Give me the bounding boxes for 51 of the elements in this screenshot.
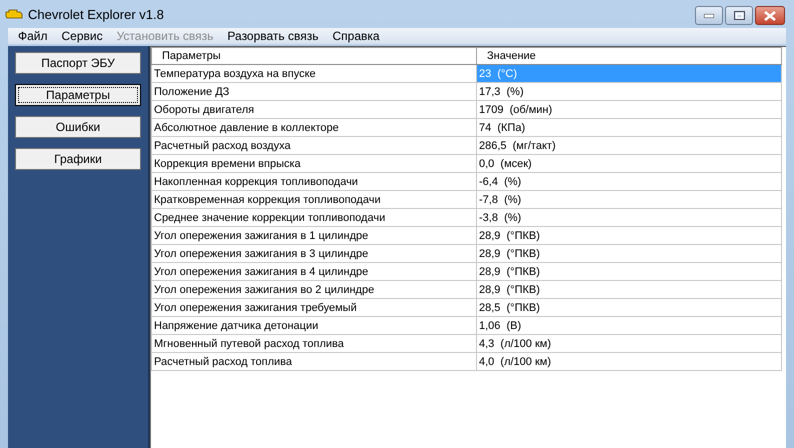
table-cell[interactable]: 28,9 (°ПКВ) <box>476 244 782 262</box>
table-cell[interactable]: 17,3 (%) <box>476 82 782 100</box>
sidebar-button[interactable]: Параметры <box>15 84 141 106</box>
table-cell: Положение ДЗ <box>152 82 476 100</box>
engine-icon <box>5 8 23 20</box>
menu-item[interactable]: Справка <box>326 29 388 43</box>
table-cell[interactable]: 1709 (об/мин) <box>476 100 782 118</box>
table-cell: Угол опережения зажигания требуемый <box>152 298 476 316</box>
table-cell: Расчетный расход топлива <box>152 352 476 370</box>
minimize-button[interactable] <box>695 6 723 25</box>
table-cell[interactable]: 1,06 (В) <box>476 316 782 334</box>
table-cell[interactable]: 28,9 (°ПКВ) <box>476 262 782 280</box>
table-cell: Среднее значение коррекции топливоподачи <box>152 208 476 226</box>
table-cell: Угол опережения зажигания во 2 цилиндре <box>152 280 476 298</box>
maximize-icon <box>734 11 744 20</box>
close-button[interactable] <box>755 6 785 25</box>
table-cell[interactable]: -7,8 (%) <box>476 190 782 208</box>
minimize-icon <box>704 14 714 18</box>
column-header[interactable]: Параметры <box>152 48 476 64</box>
window-title: Chevrolet Explorer v1.8 <box>28 6 165 22</box>
sidebar-button[interactable]: Графики <box>15 148 141 170</box>
table-cell[interactable]: 28,9 (°ПКВ) <box>476 226 782 244</box>
table-cell: Кратковременная коррекция топливоподачи <box>152 190 476 208</box>
table-cell[interactable]: 4,3 (л/100 км) <box>476 334 782 352</box>
table-cell[interactable]: -6,4 (%) <box>476 172 782 190</box>
menu-item[interactable]: Разорвать связь <box>221 29 327 43</box>
maximize-button[interactable] <box>725 6 753 25</box>
table-cell[interactable]: 286,5 (мг/такт) <box>476 136 782 154</box>
table-cell[interactable]: 0,0 (мсек) <box>476 154 782 172</box>
table-cell: Угол опережения зажигания в 4 цилиндре <box>152 262 476 280</box>
table-cell[interactable]: 28,5 (°ПКВ) <box>476 298 782 316</box>
table-cell: Угол опережения зажигания в 3 цилиндре <box>152 244 476 262</box>
sidebar-button[interactable]: Ошибки <box>15 116 141 138</box>
table-cell[interactable]: 28,9 (°ПКВ) <box>476 280 782 298</box>
close-icon <box>764 10 776 20</box>
menu-item[interactable]: Сервис <box>56 29 111 43</box>
sidebar-button[interactable]: Паспорт ЭБУ <box>15 52 141 74</box>
table-cell: Обороты двигателя <box>152 100 476 118</box>
table-cell: Мгновенный путевой расход топлива <box>152 334 476 352</box>
table-cell[interactable]: -3,8 (%) <box>476 208 782 226</box>
table-cell[interactable]: 74 (КПа) <box>476 118 782 136</box>
table-cell: Абсолютное давление в коллекторе <box>152 118 476 136</box>
menu-item[interactable]: Файл <box>12 29 56 43</box>
table-cell: Угол опережения зажигания в 1 цилиндре <box>152 226 476 244</box>
column-header[interactable]: Значение <box>476 48 782 64</box>
table-cell: Накопленная коррекция топливоподачи <box>152 172 476 190</box>
table-cell: Температура воздуха на впуске <box>152 64 476 82</box>
table-cell[interactable]: 4,0 (л/100 км) <box>476 352 782 370</box>
table-cell: Расчетный расход воздуха <box>152 136 476 154</box>
table-cell: Коррекция времени впрыска <box>152 154 476 172</box>
table-cell: Напряжение датчика детонации <box>152 316 476 334</box>
